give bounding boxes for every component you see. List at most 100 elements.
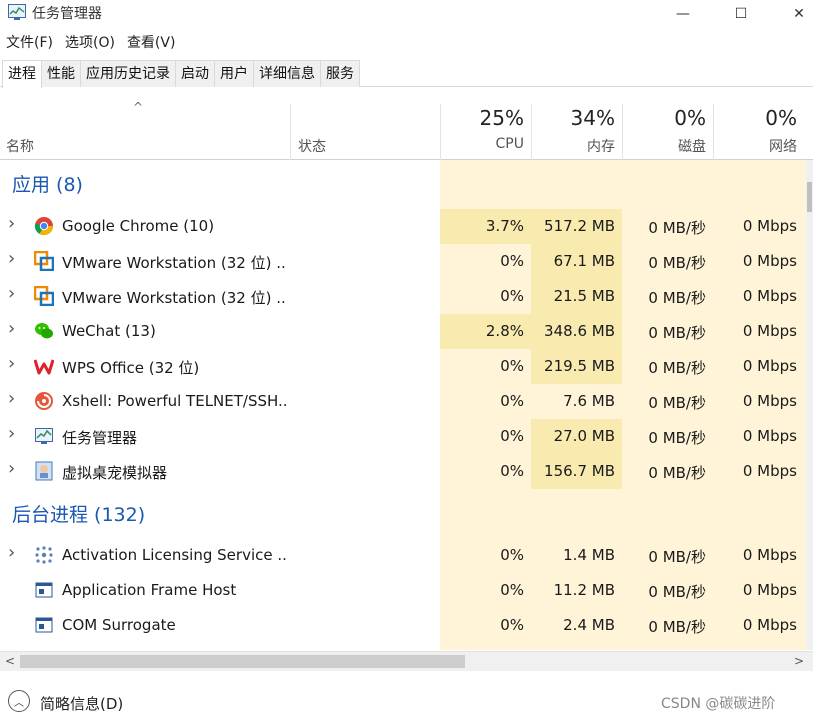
horizontal-scroll-thumb[interactable] xyxy=(20,655,465,668)
column-status[interactable]: 状态 xyxy=(298,136,326,156)
window-title: 任务管理器 xyxy=(32,6,102,22)
group-title: 应用 (8) xyxy=(12,174,83,196)
task-manager-icon xyxy=(8,4,26,20)
column-divider[interactable] xyxy=(290,104,291,160)
menu-view[interactable]: 查看(V) xyxy=(121,32,182,54)
scroll-left-icon[interactable]: < xyxy=(5,654,15,668)
chevron-right-icon[interactable]: › xyxy=(8,353,15,374)
process-name: 虚拟桌宠模拟器 xyxy=(62,464,168,482)
cpu-value: 0% xyxy=(500,357,524,375)
group-header-background[interactable]: 后台进程 (132) xyxy=(0,494,806,529)
network-value: 0 Mbps xyxy=(742,462,797,480)
memory-value: 348.6 MB xyxy=(544,322,615,340)
process-row[interactable]: › 任务管理器 0% 27.0 MB 0 MB/秒 0 Mbps xyxy=(0,419,806,454)
memory-total-percent[interactable]: 34% xyxy=(531,106,615,130)
column-memory[interactable]: 内存 xyxy=(531,136,615,156)
process-row[interactable]: › WeChat (13) 2.8% 348.6 MB 0 MB/秒 0 Mbps xyxy=(0,314,806,349)
network-value: 0 Mbps xyxy=(742,322,797,340)
network-value: 0 Mbps xyxy=(742,427,797,445)
close-button[interactable]: ✕ xyxy=(776,0,813,28)
column-network[interactable]: 网络 xyxy=(713,136,797,156)
disk-value: 0 MB/秒 xyxy=(648,254,706,272)
group-title: 后台进程 (132) xyxy=(12,504,146,526)
app-window-icon xyxy=(34,615,54,635)
tab-processes[interactable]: 进程 xyxy=(2,60,42,88)
network-value: 0 Mbps xyxy=(742,357,797,375)
chevron-right-icon[interactable]: › xyxy=(8,388,15,409)
cpu-value: 0% xyxy=(500,427,524,445)
network-total-percent[interactable]: 0% xyxy=(713,106,797,130)
sort-up-icon[interactable]: ^ xyxy=(133,100,143,114)
maximize-button[interactable]: ☐ xyxy=(718,0,764,28)
chevron-right-icon[interactable]: › xyxy=(8,248,15,269)
chevron-up-icon[interactable]: ︿ xyxy=(8,690,30,712)
memory-value: 67.1 MB xyxy=(553,252,615,270)
cpu-value: 0% xyxy=(500,392,524,410)
memory-value: 1.4 MB xyxy=(563,546,615,564)
network-value: 0 Mbps xyxy=(742,581,797,599)
disk-value: 0 MB/秒 xyxy=(648,464,706,482)
menu-file[interactable]: 文件(F) xyxy=(0,32,59,54)
activation-icon xyxy=(34,545,54,565)
desktop-pet-icon xyxy=(34,461,54,481)
process-name: COM Surrogate xyxy=(62,616,176,634)
cpu-value: 3.7% xyxy=(485,217,524,235)
cpu-value: 0% xyxy=(500,462,524,480)
cpu-value: 0% xyxy=(500,581,524,599)
process-row[interactable]: › Activation Licensing Service ... 0% 1.4 M… xyxy=(0,538,806,573)
group-header-apps[interactable]: 应用 (8) xyxy=(0,170,806,205)
chrome-icon xyxy=(34,216,54,236)
network-value: 0 Mbps xyxy=(742,392,797,410)
process-name: 任务管理器 xyxy=(62,429,138,447)
memory-value: 11.2 MB xyxy=(553,581,615,599)
column-disk[interactable]: 磁盘 xyxy=(622,136,706,156)
process-row[interactable]: › VMware Workstation (32 位) ... 0% 67.1 MB 0… xyxy=(0,244,806,279)
process-row[interactable]: Application Frame Host 0% 11.2 MB 0 MB/秒 0 M… xyxy=(0,573,806,608)
tab-performance[interactable]: 性能 xyxy=(41,60,81,87)
chevron-right-icon[interactable]: › xyxy=(8,213,15,234)
process-row[interactable]: › 虚拟桌宠模拟器 0% 156.7 MB 0 MB/秒 0 Mbps xyxy=(0,454,806,489)
process-row[interactable]: › Xshell: Powerful TELNET/SSH... 0% 7.6 MB 0… xyxy=(0,384,806,419)
tab-details[interactable]: 详细信息 xyxy=(253,60,321,87)
process-name: WeChat (13) xyxy=(62,322,156,340)
disk-value: 0 MB/秒 xyxy=(648,219,706,237)
scroll-right-icon[interactable]: > xyxy=(794,654,804,668)
vertical-scroll-thumb[interactable] xyxy=(807,182,812,212)
network-value: 0 Mbps xyxy=(742,287,797,305)
horizontal-scrollbar[interactable]: < > xyxy=(0,651,813,671)
disk-value: 0 MB/秒 xyxy=(648,618,706,636)
tab-users[interactable]: 用户 xyxy=(214,60,254,87)
tab-startup[interactable]: 启动 xyxy=(175,60,215,87)
memory-value: 27.0 MB xyxy=(553,427,615,445)
process-name: Google Chrome (10) xyxy=(62,217,215,235)
minimize-button[interactable]: — xyxy=(660,0,706,28)
tab-app-history[interactable]: 应用历史记录 xyxy=(80,60,176,87)
memory-value: 7.6 MB xyxy=(563,392,615,410)
cpu-total-percent[interactable]: 25% xyxy=(440,106,524,130)
tab-services[interactable]: 服务 xyxy=(320,60,360,87)
process-row[interactable]: › WPS Office (32 位) 0% 219.5 MB 0 MB/秒 0 Mbps xyxy=(0,349,806,384)
chevron-right-icon[interactable]: › xyxy=(8,318,15,339)
column-cpu[interactable]: CPU xyxy=(440,136,524,152)
chevron-right-icon[interactable]: › xyxy=(8,542,15,563)
chevron-right-icon[interactable]: › xyxy=(8,423,15,444)
wps-icon xyxy=(33,356,55,376)
cpu-value: 0% xyxy=(500,546,524,564)
memory-value: 2.4 MB xyxy=(563,616,615,634)
fewer-details-button[interactable]: 简略信息(D) xyxy=(40,693,123,714)
cpu-value: 0% xyxy=(500,616,524,634)
process-row[interactable]: › Google Chrome (10) 3.7% 517.2 MB 0 MB/秒 0 M… xyxy=(0,209,806,244)
column-name[interactable]: 名称 xyxy=(6,136,34,156)
network-value: 0 Mbps xyxy=(742,252,797,270)
chevron-right-icon[interactable]: › xyxy=(8,283,15,304)
process-row[interactable]: COM Surrogate 0% 2.4 MB 0 MB/秒 0 Mbps xyxy=(0,608,806,643)
disk-value: 0 MB/秒 xyxy=(648,429,706,447)
chevron-right-icon[interactable]: › xyxy=(8,458,15,479)
task-manager-icon xyxy=(34,426,54,446)
vertical-scrollbar[interactable] xyxy=(806,160,813,650)
process-name: WPS Office (32 位) xyxy=(62,359,200,377)
process-row[interactable]: › VMware Workstation (32 位) ... 0% 21.5 MB 0… xyxy=(0,279,806,314)
wechat-icon xyxy=(34,321,54,341)
disk-total-percent[interactable]: 0% xyxy=(622,106,706,130)
menu-options[interactable]: 选项(O) xyxy=(59,32,121,54)
